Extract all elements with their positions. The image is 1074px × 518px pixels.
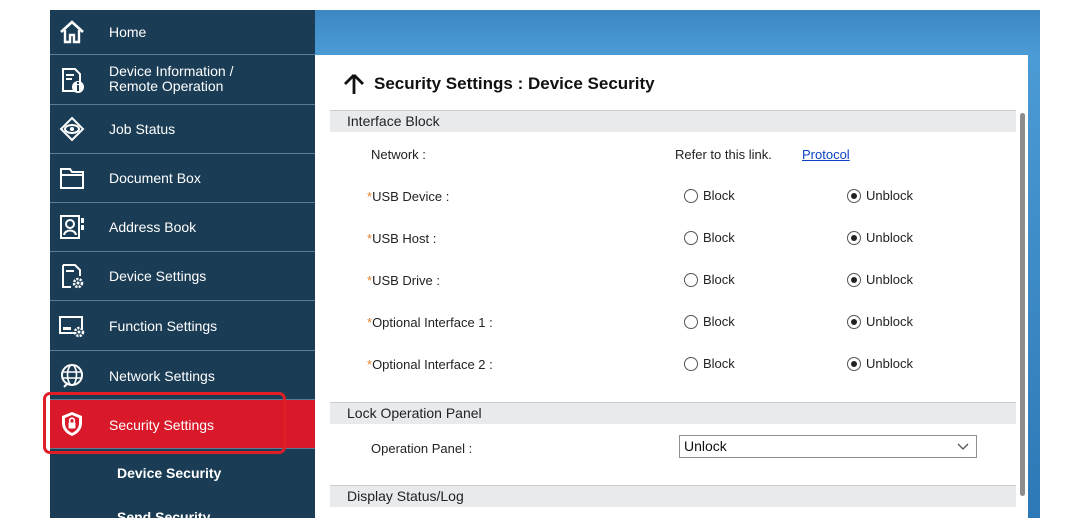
sidebar-subitem-send-security[interactable]: Send Security — [117, 509, 307, 518]
optional-interface-1-unblock-radio[interactable]: Unblock — [847, 314, 913, 329]
radio-circle-selected — [847, 230, 861, 245]
sidebar-item-label: Document Box — [109, 170, 201, 186]
optional-interface-2-unblock-radio[interactable]: Unblock — [847, 356, 913, 371]
sidebar-item-label: Function Settings — [109, 318, 218, 334]
usb-drive-row: *USB Drive : Block Unblock — [330, 271, 1016, 291]
radio-circle — [684, 272, 698, 287]
chevron-down-icon — [957, 443, 969, 450]
sidebar-item-label: Home — [109, 24, 147, 40]
sidebar-subitem-device-security[interactable]: Device Security — [117, 465, 307, 481]
eye-icon — [58, 115, 86, 143]
usb-host-row: *USB Host : Block Unblock — [330, 229, 1016, 249]
sidebar-item-home[interactable]: Home — [50, 10, 315, 55]
usb-drive-unblock-radio[interactable]: Unblock — [847, 272, 913, 287]
sidebar-item-address-book[interactable]: Address Book — [50, 203, 315, 252]
sidebar-item-device-information[interactable]: Device Information / Remote Operation — [50, 55, 315, 105]
device-info-icon — [58, 66, 86, 94]
radio-circle-selected — [847, 188, 861, 203]
address-book-icon — [58, 213, 86, 241]
content-panel: Security Settings : Device Security Inte… — [330, 55, 1028, 518]
operation-panel-label: Operation Panel : — [371, 441, 473, 456]
up-arrow-icon[interactable] — [342, 72, 366, 96]
radio-circle-selected — [847, 314, 861, 329]
usb-host-block-radio[interactable]: Block — [684, 230, 735, 245]
sidebar-item-label: Job Status — [109, 121, 176, 137]
radio-circle-selected — [847, 272, 861, 287]
operation-panel-select[interactable]: Unlock — [679, 435, 977, 458]
function-settings-icon — [58, 312, 86, 340]
radio-circle — [684, 314, 698, 329]
section-display-status-log: Display Status/Log — [330, 485, 1016, 507]
optional-interface-1-block-radio[interactable]: Block — [684, 314, 735, 329]
page-title-text: Security Settings : Device Security — [374, 74, 655, 93]
sidebar-item-label-line1: Device Information / — [109, 63, 234, 79]
network-row: Network : Refer to this link. Protocol — [330, 145, 1016, 165]
folder-icon — [58, 164, 86, 192]
radio-circle-selected — [847, 356, 861, 371]
page-title: Security Settings : Device Security — [342, 71, 655, 97]
operation-panel-selected-value: Unlock — [684, 438, 727, 454]
usb-host-unblock-radio[interactable]: Unblock — [847, 230, 913, 245]
header-band — [315, 10, 1040, 55]
network-refer-text: Refer to this link. — [675, 147, 772, 162]
usb-device-unblock-radio[interactable]: Unblock — [847, 188, 913, 203]
radio-circle — [684, 188, 698, 203]
globe-icon — [58, 361, 86, 389]
sidebar-item-job-status[interactable]: Job Status — [50, 105, 315, 154]
optional-interface-2-block-radio[interactable]: Block — [684, 356, 735, 371]
section-interface-block: Interface Block — [330, 110, 1016, 132]
usb-device-label: *USB Device : — [367, 189, 450, 204]
home-icon — [58, 18, 86, 46]
sidebar-item-label: Network Settings — [109, 368, 215, 384]
sidebar-item-label: Address Book — [109, 219, 197, 235]
usb-host-label: *USB Host : — [367, 231, 437, 246]
device-settings-icon — [58, 262, 86, 290]
sidebar-item-label: Device Settings — [109, 268, 207, 284]
section-lock-operation-panel: Lock Operation Panel — [330, 402, 1016, 424]
optional-interface-2-label: *Optional Interface 2 : — [367, 357, 493, 372]
optional-interface-1-label: *Optional Interface 1 : — [367, 315, 493, 330]
usb-drive-label: *USB Drive : — [367, 273, 440, 288]
radio-circle — [684, 230, 698, 245]
radio-circle — [684, 356, 698, 371]
optional-interface-2-row: *Optional Interface 2 : Block Unblock — [330, 355, 1016, 375]
sidebar-item-function-settings[interactable]: Function Settings — [50, 301, 315, 351]
usb-device-block-radio[interactable]: Block — [684, 188, 735, 203]
usb-device-row: *USB Device : Block Unblock — [330, 187, 1016, 207]
sidebar-item-document-box[interactable]: Document Box — [50, 154, 315, 203]
sidebar-item-device-settings[interactable]: Device Settings — [50, 252, 315, 301]
sidebar-item-label-line2: Remote Operation — [109, 78, 224, 94]
network-label: Network : — [371, 147, 426, 162]
security-settings-highlight — [43, 392, 286, 454]
usb-drive-block-radio[interactable]: Block — [684, 272, 735, 287]
vertical-scrollbar[interactable] — [1020, 113, 1025, 496]
optional-interface-1-row: *Optional Interface 1 : Block Unblock — [330, 313, 1016, 333]
protocol-link[interactable]: Protocol — [802, 147, 850, 162]
right-band — [1028, 55, 1040, 518]
